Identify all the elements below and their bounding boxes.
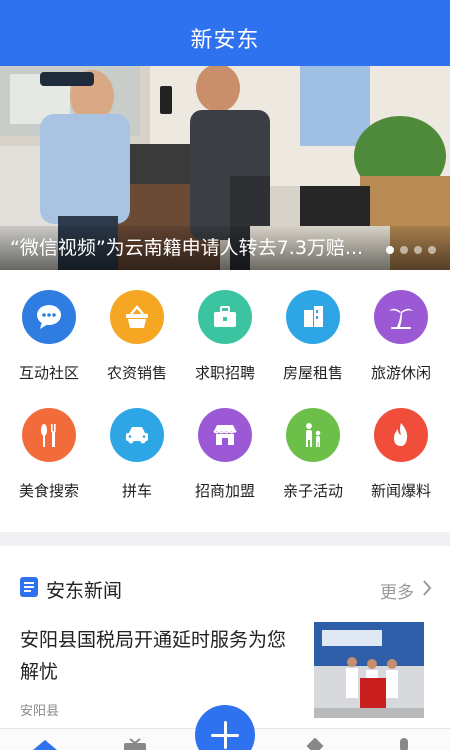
chat-bubble-icon: [22, 290, 76, 344]
service-label: 亲子活动: [282, 482, 343, 500]
service-item-community[interactable]: 互动社区: [2, 290, 92, 400]
mic-icon[interactable]: [394, 737, 414, 750]
section-title: 安东新闻: [46, 580, 123, 602]
service-label: 新闻爆料: [370, 482, 431, 500]
home-icon[interactable]: [32, 737, 58, 750]
car-icon: [110, 408, 164, 462]
service-label: 农资销售: [106, 364, 167, 382]
service-label: 求职招聘: [194, 364, 255, 382]
flame-icon: [374, 408, 428, 462]
status-bar: [0, 0, 450, 10]
building-icon: [286, 290, 340, 344]
service-grid: 互动社区 农资销售 求职招聘 房屋租售 旅游休闲 美食搜索 拼车 招商加盟 亲子…: [0, 270, 450, 532]
tv-icon[interactable]: [122, 737, 148, 750]
carousel-dot[interactable]: [400, 246, 408, 254]
shapes-icon[interactable]: [302, 737, 328, 750]
news-source: 安阳县: [20, 704, 60, 719]
service-item-franchise[interactable]: 招商加盟: [178, 408, 268, 518]
service-label: 旅游休闲: [370, 364, 431, 382]
service-label: 招商加盟: [194, 482, 255, 500]
service-item-agri-sales[interactable]: 农资销售: [90, 290, 180, 400]
service-label: 拼车: [121, 482, 152, 500]
parent-child-icon: [286, 408, 340, 462]
service-item-carpool[interactable]: 拼车: [90, 408, 180, 518]
service-row: 美食搜索 拼车 招商加盟 亲子活动 新闻爆料: [0, 408, 450, 518]
page-title: 新安东: [190, 28, 260, 53]
cutlery-icon: [22, 408, 76, 462]
service-item-jobs[interactable]: 求职招聘: [178, 290, 268, 400]
chevron-right-icon[interactable]: [422, 580, 432, 600]
service-item-food[interactable]: 美食搜索: [2, 408, 92, 518]
briefcase-icon: [198, 290, 252, 344]
plus-vertical: [223, 721, 227, 749]
app-header: 新安东: [0, 10, 450, 66]
service-item-news-tips[interactable]: 新闻爆料: [354, 408, 444, 518]
carousel-dot[interactable]: [428, 246, 436, 254]
service-item-housing[interactable]: 房屋租售: [266, 290, 356, 400]
storefront-icon: [198, 408, 252, 462]
carousel-dot[interactable]: [386, 246, 394, 254]
news-thumbnail[interactable]: [314, 622, 424, 718]
service-label: 房屋租售: [282, 364, 343, 382]
more-link[interactable]: 更多: [380, 578, 414, 603]
service-label: 互动社区: [18, 364, 79, 382]
service-row: 互动社区 农资销售 求职招聘 房屋租售 旅游休闲: [0, 290, 450, 400]
news-section-header: 安东新闻 更多: [0, 560, 450, 610]
carousel-dot[interactable]: [414, 246, 422, 254]
carousel-indicator: [386, 246, 436, 254]
service-item-travel[interactable]: 旅游休闲: [354, 290, 444, 400]
news-headline[interactable]: 安阳县国税局开通延时服务为您解忧: [20, 624, 288, 688]
service-item-family[interactable]: 亲子活动: [266, 408, 356, 518]
document-icon: [20, 577, 38, 601]
service-label: 美食搜索: [18, 482, 79, 500]
palm-tree-icon: [374, 290, 428, 344]
basket-icon: [110, 290, 164, 344]
banner-caption[interactable]: “微信视频”为云南籍申请人转去7.3万赔...: [10, 233, 370, 260]
section-divider: [0, 532, 450, 546]
banner-carousel[interactable]: “微信视频”为云南籍申请人转去7.3万赔...: [0, 66, 450, 270]
